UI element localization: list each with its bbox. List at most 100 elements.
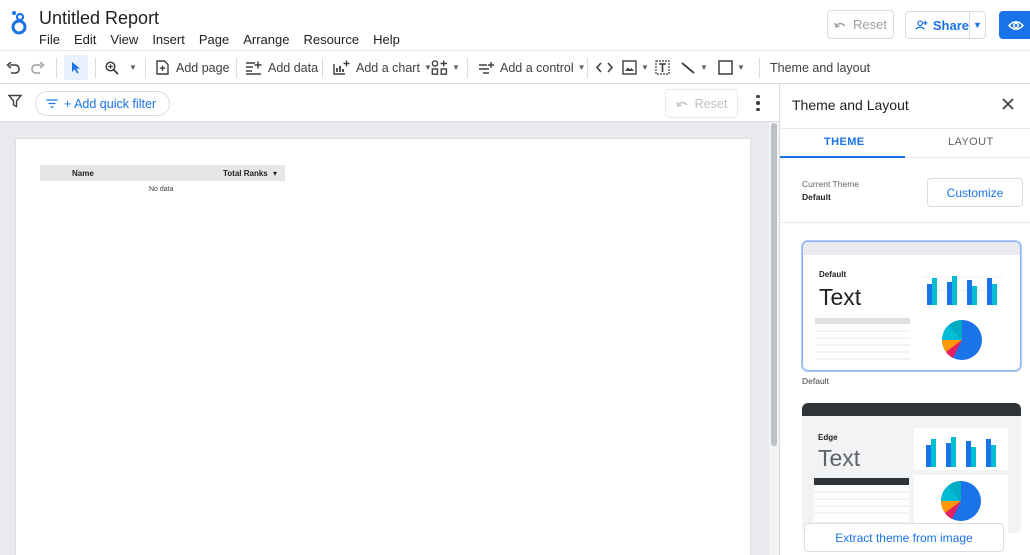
line-icon	[681, 61, 695, 74]
reset-button[interactable]: Reset	[827, 10, 894, 39]
redo-button[interactable]	[31, 51, 45, 84]
bar	[947, 282, 952, 305]
line-button[interactable]: ▼	[680, 51, 708, 84]
view-button[interactable]	[999, 11, 1030, 39]
reset-filters-button[interactable]: Reset	[665, 89, 738, 118]
theme-and-layout-button[interactable]: Theme and layout	[770, 51, 870, 84]
share-button[interactable]: Share ▼	[905, 11, 986, 39]
panel-divider	[780, 222, 1030, 223]
customize-button[interactable]: Customize	[927, 178, 1023, 207]
menu-arrange[interactable]: Arrange	[243, 32, 296, 47]
add-quick-filter-button[interactable]: + Add quick filter	[35, 91, 170, 116]
report-title[interactable]: Untitled Report	[39, 8, 159, 29]
theme-card-edge[interactable]: Edge Text	[802, 403, 1021, 533]
theme-bar-chart-preview	[923, 276, 1003, 305]
close-icon[interactable]	[1000, 96, 1016, 112]
bar	[967, 280, 972, 305]
bar	[986, 439, 991, 467]
image-button[interactable]: ▼	[622, 51, 649, 84]
theme-card-sample-text: Text	[819, 284, 862, 310]
reset-label: Reset	[853, 17, 887, 32]
theme-pie-chart-preview	[942, 320, 982, 360]
menu-view[interactable]: View	[110, 32, 145, 47]
reset-icon	[675, 101, 688, 107]
theme-and-layout-label: Theme and layout	[770, 60, 871, 75]
add-person-icon	[915, 20, 928, 30]
table-preview-header	[815, 318, 910, 324]
bar	[971, 447, 976, 467]
undo-icon	[6, 61, 20, 74]
undo-button[interactable]	[6, 51, 20, 84]
menu-file[interactable]: File	[39, 32, 67, 47]
share-main[interactable]: Share	[906, 12, 970, 38]
zoom-in-icon	[105, 60, 119, 75]
embed-url-button[interactable]	[596, 51, 613, 84]
add-chart-button[interactable]: Add a chart ▼	[333, 51, 432, 84]
toolbar-divider	[322, 58, 323, 78]
bar	[991, 445, 996, 467]
community-visualizations-button[interactable]: ▼	[431, 51, 460, 84]
sort-descending-icon: ▾	[272, 169, 277, 178]
add-control-button[interactable]: Add a control ▼	[478, 51, 586, 84]
filter-list-icon	[46, 99, 58, 108]
current-theme-value: Default	[802, 192, 831, 202]
toolbar-divider	[56, 58, 57, 78]
tab-layout[interactable]: LAYOUT	[948, 136, 994, 148]
toolbar-divider	[467, 58, 468, 78]
add-control-label: Add a control	[500, 60, 574, 75]
theme-card-caption: Default	[802, 376, 829, 386]
active-tab-indicator	[780, 156, 905, 158]
table-header[interactable]: Name Total Ranks ▾	[40, 165, 285, 181]
column-header-total-ranks[interactable]: Total Ranks ▾	[223, 169, 277, 178]
chevron-down-icon: ▼	[577, 63, 586, 72]
toolbar-divider	[587, 58, 588, 78]
reset-icon	[834, 22, 846, 28]
table-empty-text: No data	[149, 186, 174, 193]
text-box-button[interactable]	[655, 51, 670, 84]
menu-insert[interactable]: Insert	[152, 32, 192, 47]
extract-theme-from-image-button[interactable]: Extract theme from image	[804, 523, 1004, 552]
add-page-button[interactable]: Add page	[156, 51, 230, 84]
looker-studio-logo-icon[interactable]	[8, 10, 30, 36]
shape-button[interactable]: ▼	[718, 51, 745, 84]
filter-bar: + Add quick filter Reset	[0, 84, 779, 122]
add-control-icon	[479, 62, 494, 74]
bar	[927, 284, 932, 305]
bar	[952, 276, 957, 305]
menu-page[interactable]: Page	[199, 32, 236, 47]
bar	[987, 278, 992, 305]
components-icon	[431, 60, 448, 75]
column-header-name[interactable]: Name	[72, 169, 94, 178]
redo-icon	[31, 61, 45, 74]
image-icon	[622, 60, 637, 75]
menu-help[interactable]: Help	[373, 32, 407, 47]
table-preview-body	[814, 485, 909, 522]
more-options-icon[interactable]	[752, 93, 764, 113]
bar	[946, 443, 951, 467]
table-preview-header	[814, 478, 909, 485]
theme-card-sample-text: Text	[818, 445, 861, 471]
menu-resource[interactable]: Resource	[303, 32, 366, 47]
code-icon	[596, 62, 613, 73]
bar	[932, 278, 937, 305]
filter-icon[interactable]	[8, 94, 22, 108]
bar	[931, 439, 936, 467]
toolbar-divider	[759, 58, 760, 78]
theme-card-name: Default	[819, 270, 847, 279]
tab-theme[interactable]: THEME	[824, 136, 865, 148]
report-page[interactable]: Name Total Ranks ▾ No data	[16, 139, 750, 555]
canvas-scrollbar-thumb[interactable]	[771, 123, 777, 446]
share-dropdown-icon[interactable]: ▼	[970, 20, 985, 30]
theme-bar-chart-preview	[926, 437, 996, 467]
theme-card-header	[802, 403, 1021, 416]
text-box-icon	[655, 60, 670, 75]
select-tool-button[interactable]	[64, 55, 88, 80]
zoom-button[interactable]: ▼	[105, 51, 137, 84]
toolbar-divider	[95, 58, 96, 78]
menu-edit[interactable]: Edit	[74, 32, 103, 47]
theme-card-default[interactable]: Default Text	[802, 241, 1021, 371]
bar	[992, 284, 997, 305]
eye-icon	[1008, 20, 1024, 30]
theme-pie-chart-preview	[941, 481, 981, 521]
add-data-button[interactable]: Add data	[245, 51, 318, 84]
